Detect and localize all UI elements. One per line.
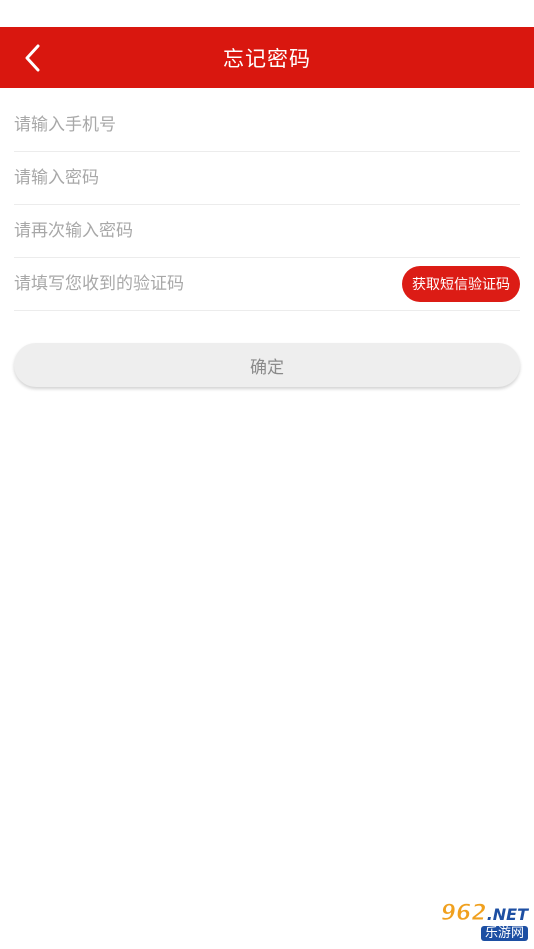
reset-password-form: 获取短信验证码 <box>0 88 534 311</box>
status-bar <box>0 0 534 27</box>
password-input[interactable] <box>14 152 520 204</box>
chevron-left-icon <box>25 44 40 71</box>
nav-bar: 忘记密码 <box>0 27 534 88</box>
phone-row <box>14 88 520 152</box>
watermark-caption: 乐游网 <box>480 926 528 941</box>
watermark-brand: 962.NET <box>440 901 528 926</box>
verification-code-row: 获取短信验证码 <box>14 258 520 311</box>
back-button[interactable] <box>10 27 54 88</box>
watermark-logo: 962.NET 乐游网 <box>398 901 528 943</box>
confirm-password-input[interactable] <box>14 205 520 257</box>
password-row <box>14 152 520 205</box>
watermark-number: 962 <box>440 901 487 926</box>
forgot-password-screen: 忘记密码 获取短信验证码 确定 962.NET 乐游网 <box>0 0 534 949</box>
page-title: 忘记密码 <box>223 46 311 71</box>
confirm-button[interactable]: 确定 <box>14 343 520 387</box>
phone-input[interactable] <box>14 98 520 151</box>
confirm-password-row <box>14 205 520 258</box>
verification-code-input[interactable] <box>14 258 402 310</box>
get-sms-code-button[interactable]: 获取短信验证码 <box>402 266 520 302</box>
watermark-suffix: .NET <box>486 905 528 924</box>
